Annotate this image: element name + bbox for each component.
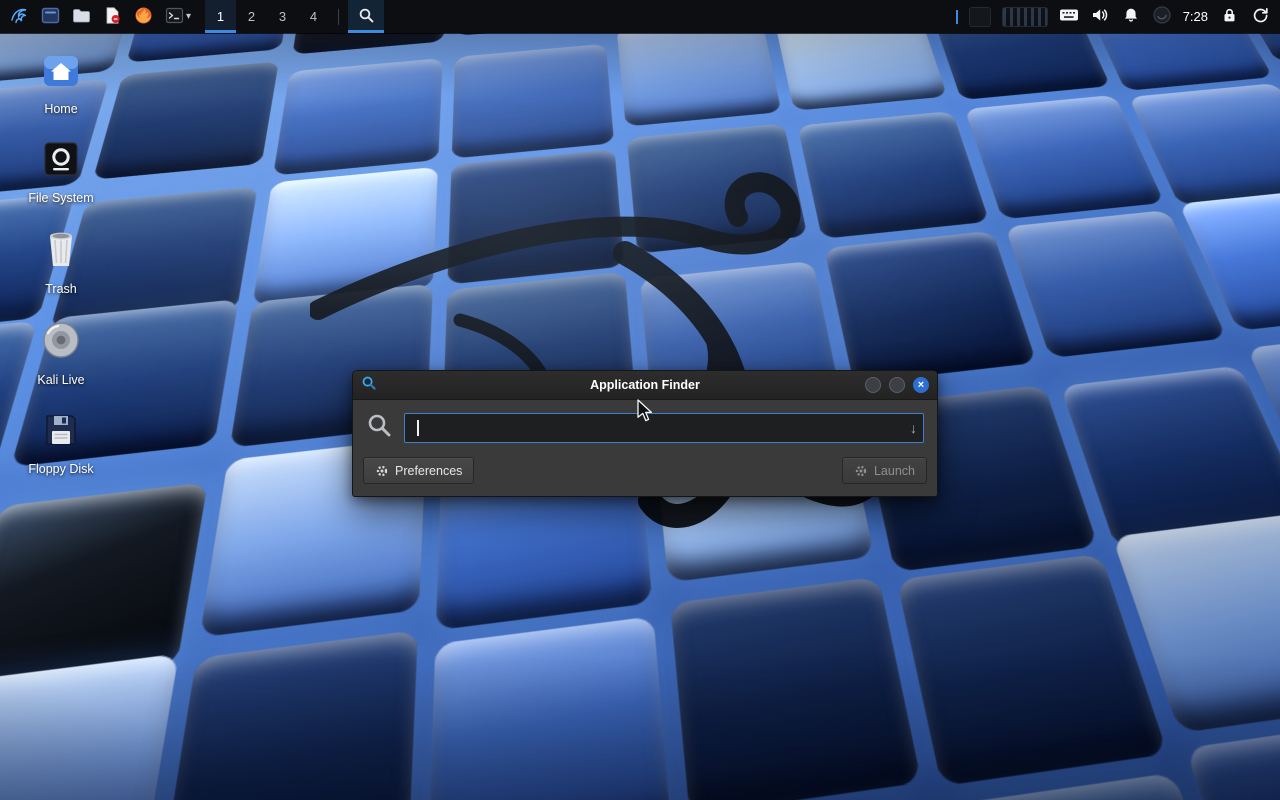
kali-logo-icon: [10, 5, 30, 28]
search-icon: [366, 412, 393, 444]
workspace-button-4[interactable]: 4: [298, 0, 329, 33]
firefox-icon: [134, 6, 153, 28]
desktop-icon-label: Home: [44, 102, 77, 116]
panel-left-section: ▾ 1 2 3 4: [0, 0, 384, 33]
volume-button[interactable]: [1090, 5, 1110, 29]
workspace-button-1[interactable]: 1: [205, 0, 236, 33]
tray-indicator-bar: [956, 10, 958, 24]
action-row: Preferences Launch: [363, 457, 927, 484]
preferences-button[interactable]: Preferences: [363, 457, 474, 484]
home-folder-icon: [40, 52, 82, 95]
close-button[interactable]: ×: [913, 377, 929, 393]
gear-icon: [375, 464, 389, 478]
logout-icon: [1252, 7, 1269, 27]
launch-label: Launch: [874, 464, 915, 478]
keyboard-icon: [1059, 8, 1079, 25]
status-circle-icon: [1153, 6, 1171, 27]
application-finder-icon: [361, 375, 377, 396]
close-icon: ×: [918, 380, 924, 391]
launch-button[interactable]: Launch: [842, 457, 927, 484]
workspace-switcher: 1 2 3 4: [205, 0, 329, 33]
maximize-button[interactable]: [889, 377, 905, 393]
speaker-icon: [1091, 7, 1109, 26]
logout-button[interactable]: [1250, 5, 1270, 29]
desktop-icon-label: Floppy Disk: [28, 462, 93, 476]
workspace-button-3[interactable]: 3: [267, 0, 298, 33]
desktop-icon-kali-live[interactable]: Kali Live: [19, 319, 103, 387]
tray-monitor-widget[interactable]: [1002, 7, 1048, 27]
desktop-screen: ▾ 1 2 3 4: [0, 0, 1280, 800]
panel-separator: [338, 9, 339, 25]
file-manager-launcher[interactable]: [66, 0, 97, 33]
status-tray-button[interactable]: [1152, 5, 1172, 29]
panel-clock[interactable]: 7:28: [1183, 9, 1208, 24]
lock-icon: [1222, 7, 1237, 26]
window-buttons: ×: [865, 377, 929, 393]
tray-widget-1[interactable]: [969, 7, 991, 27]
preferences-label: Preferences: [395, 464, 462, 478]
bell-icon: [1123, 7, 1139, 26]
panel-right-section: 7:28: [956, 0, 1280, 33]
keyboard-layout-button[interactable]: [1059, 5, 1079, 29]
trash-icon: [41, 228, 81, 275]
entry-dropdown-arrow-icon[interactable]: ↓: [910, 413, 917, 443]
screen-lock-button[interactable]: [1219, 5, 1239, 29]
desktop-icon-label: File System: [28, 191, 93, 205]
search-entry: ↓: [404, 413, 924, 443]
text-caret: [417, 420, 419, 436]
floppy-icon: [41, 410, 81, 455]
desktop-icon-label: Kali Live: [37, 373, 84, 387]
firefox-launcher[interactable]: [128, 0, 159, 33]
minimize-button[interactable]: [865, 377, 881, 393]
terminal-icon: [165, 6, 184, 28]
chevron-down-icon[interactable]: ▾: [186, 11, 191, 22]
window-icon: [41, 6, 60, 28]
desktop-icon-home[interactable]: Home: [19, 52, 103, 116]
workspace-button-2[interactable]: 2: [236, 0, 267, 33]
application-finder-window: Application Finder ×: [352, 370, 938, 497]
titlebar[interactable]: Application Finder ×: [353, 371, 937, 400]
kali-menu-button[interactable]: [4, 0, 35, 33]
text-editor-launcher[interactable]: [97, 0, 128, 33]
search-input[interactable]: [404, 413, 924, 443]
desktop-icon-floppy-disk[interactable]: Floppy Disk: [19, 410, 103, 476]
taskbar-item-application-finder[interactable]: [348, 0, 384, 33]
desktop-icon-trash[interactable]: Trash: [19, 228, 103, 296]
desktop-icon-label: Trash: [45, 282, 77, 296]
desktop-icon-column: Home File System Trash: [19, 52, 103, 476]
drive-icon: [41, 139, 81, 184]
search-icon: [358, 7, 375, 27]
folder-icon: [72, 6, 91, 28]
disc-icon: [40, 319, 82, 366]
search-row: ↓: [363, 412, 927, 444]
window-body: ↓ Preferences: [353, 400, 937, 496]
files-app-launcher[interactable]: [35, 0, 66, 33]
desktop-icon-file-system[interactable]: File System: [19, 139, 103, 205]
document-icon: [103, 6, 122, 28]
window-title: Application Finder: [353, 378, 937, 392]
launch-gear-icon: [854, 464, 868, 478]
top-panel: ▾ 1 2 3 4: [0, 0, 1280, 33]
notifications-button[interactable]: [1121, 5, 1141, 29]
